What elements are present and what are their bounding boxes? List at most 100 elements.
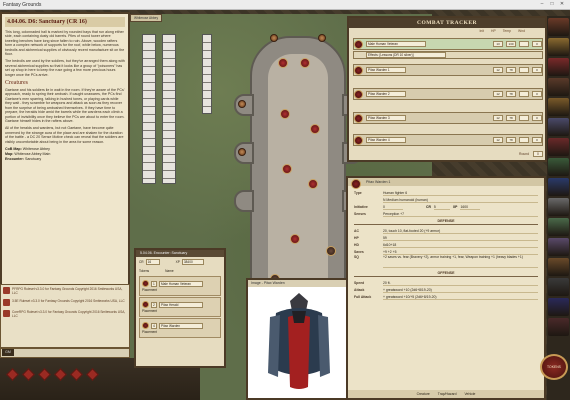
combatant-name[interactable]: Pitax Warden 3 [366, 115, 406, 121]
ruleset-icon [3, 287, 10, 294]
map-token[interactable] [310, 124, 320, 134]
combatant-row[interactable]: Pitax Warden 4 12 78 0 [353, 134, 543, 146]
story-paragraph: Gaetane and his soldiers lie in wait in … [5, 88, 125, 123]
sidebar-button[interactable] [548, 158, 569, 176]
combatant-row[interactable]: Male Human Veteran 13 130 0 [353, 38, 543, 50]
npc-type-trap[interactable]: Trap/Hazard [438, 392, 457, 396]
encounter-group: 2 Pitax Herald Placement [139, 297, 221, 317]
npc-field: N Medium humanoid (human) [348, 196, 544, 203]
encounter-title: 5.04.06. Encounter: Sanctuary [136, 250, 224, 257]
encounter-group: 1 Male Human Veteran Placement [139, 276, 221, 296]
sidebar-button[interactable] [548, 98, 569, 116]
combatant-init[interactable]: 13 [493, 41, 503, 47]
story-paragraph: All of the heralds and wardens, but not … [5, 126, 124, 144]
sidebar-button[interactable] [548, 238, 569, 256]
ruleset-icon [3, 299, 10, 306]
combatant-name[interactable]: Pitax Warden 2 [366, 91, 406, 97]
npc-token-icon[interactable] [142, 301, 149, 308]
encounter-headers: Tokens Name [139, 269, 174, 273]
map-token[interactable] [280, 109, 290, 119]
encounter-group: 4 Pitax Warden Placement [139, 318, 221, 338]
npc-field: Saves +9 +2 +5 [348, 248, 544, 255]
tokens-button[interactable]: TOKENS [540, 354, 568, 380]
encounter-xp-field[interactable]: 38400 [181, 259, 204, 265]
sidebar-button[interactable] [548, 138, 569, 156]
d10-die-icon[interactable] [54, 368, 67, 381]
npc-defense-header: DEFENSE [354, 219, 538, 225]
ruleset-entry: CoreRPG Ruleset v3.3.0 for Fantasy Groun… [1, 308, 129, 320]
combatant-token-icon [354, 135, 363, 145]
npc-field: Full Attack + greatsword +10/+5 (2d6+8/19… [348, 293, 544, 300]
npc-xp[interactable]: 1600 [460, 204, 481, 210]
encounter-npc-name[interactable]: Male Human Veteran [159, 280, 203, 287]
map-token[interactable] [308, 179, 318, 189]
map-tab[interactable]: Whiterose Abbey [130, 14, 162, 22]
combatant-name[interactable]: Pitax Warden 4 [366, 137, 406, 143]
npc-cr[interactable]: 5 [433, 204, 450, 210]
sidebar-button[interactable] [548, 118, 569, 136]
npc-type-vehicle[interactable]: Vehicle [464, 392, 475, 396]
sidebar-button[interactable] [548, 58, 569, 76]
map-token[interactable] [326, 246, 336, 256]
combatant-row[interactable]: Pitax Warden 2 12 78 0 [353, 88, 543, 100]
combatant-hp[interactable]: 130 [506, 41, 516, 47]
map-token[interactable] [278, 58, 288, 68]
npc-type-selector: Creature Trap/Hazard Vehicle [348, 390, 544, 398]
map-barrel [238, 100, 246, 108]
d8-die-icon[interactable] [38, 368, 51, 381]
combat-tracker-columns: Init HP Temp Wnd [479, 29, 525, 33]
npc-field: Initiative 0 CR 5 XP 1600 [348, 203, 544, 210]
combatant-name[interactable]: Male Human Veteran [366, 41, 426, 47]
npc-field: HD 6d10+18 [348, 241, 544, 248]
close-button[interactable]: ✕ [558, 1, 566, 8]
combatant-temp[interactable] [519, 41, 529, 47]
combatant-effects[interactable]: Effects: [Lessons (DR 10 silver)] [366, 52, 446, 58]
chat-input[interactable] [0, 348, 130, 358]
ruleset-panel: PFRPG Ruleset v3.3.0 for Fantasy Grounds… [0, 284, 130, 348]
sidebar-button[interactable] [548, 78, 569, 96]
sidebar-button[interactable] [548, 218, 569, 236]
sidebar-button[interactable] [548, 198, 569, 216]
sidebar-button[interactable] [548, 278, 569, 296]
d4-die-icon[interactable] [6, 368, 19, 381]
d20-die-icon[interactable] [86, 368, 99, 381]
app-titlebar: Fantasy Grounds – □ ✕ [0, 0, 570, 10]
map-token[interactable] [290, 234, 300, 244]
chat-identity[interactable]: GM [2, 349, 14, 356]
d6-die-icon[interactable] [22, 368, 35, 381]
story-link[interactable]: Encounter: Sanctuary [5, 157, 125, 162]
image-window-title: Image - Pitax Warden [248, 280, 350, 287]
maximize-button[interactable]: □ [548, 1, 556, 8]
sidebar-button[interactable] [548, 178, 569, 196]
encounter-cr-xp: CR 16 XP 38400 [136, 257, 224, 267]
round-counter[interactable]: 0 [533, 150, 543, 157]
npc-field: SQ +2 saves vs. fear (Bravery +2), armor … [348, 255, 544, 269]
combatant-name[interactable]: Pitax Warden 1 [366, 67, 406, 73]
npc-field: Senses Perception +7 [348, 210, 544, 217]
sidebar-button[interactable] [548, 318, 569, 336]
npc-token-icon[interactable] [351, 179, 361, 189]
map-token[interactable] [300, 58, 310, 68]
npc-type-creature[interactable]: Creature [417, 392, 430, 396]
sidebar-button[interactable] [548, 258, 569, 276]
map-shelves [202, 34, 212, 114]
combatant-token-icon [354, 89, 363, 99]
combatant-effects-row[interactable]: Effects: [Lessons (DR 10 silver)] [353, 51, 543, 59]
sidebar-button[interactable] [548, 298, 569, 316]
encounter-npc-name[interactable]: Pitax Warden [159, 322, 203, 329]
combatant-row[interactable]: Pitax Warden 1 12 78 0 [353, 64, 543, 76]
story-paragraph: This long, colonnaded hall is marked by … [5, 30, 125, 57]
combatant-wounds[interactable]: 0 [532, 41, 542, 47]
sidebar-button[interactable] [548, 38, 569, 56]
combatant-row[interactable]: Pitax Warden 3 12 78 0 [353, 112, 543, 124]
npc-token-icon[interactable] [142, 280, 149, 287]
encounter-npc-name[interactable]: Pitax Herald [159, 301, 203, 308]
npc-field: Type Human fighter 6 [348, 189, 544, 196]
map-token[interactable] [282, 164, 292, 174]
sidebar-button[interactable] [548, 18, 569, 36]
d12-die-icon[interactable] [70, 368, 83, 381]
npc-token-icon[interactable] [142, 322, 149, 329]
encounter-cr-field[interactable]: 16 [145, 259, 160, 265]
combat-tracker-window: COMBAT TRACKER Init HP Temp Wnd Male Hum… [347, 16, 547, 162]
minimize-button[interactable]: – [538, 1, 546, 8]
